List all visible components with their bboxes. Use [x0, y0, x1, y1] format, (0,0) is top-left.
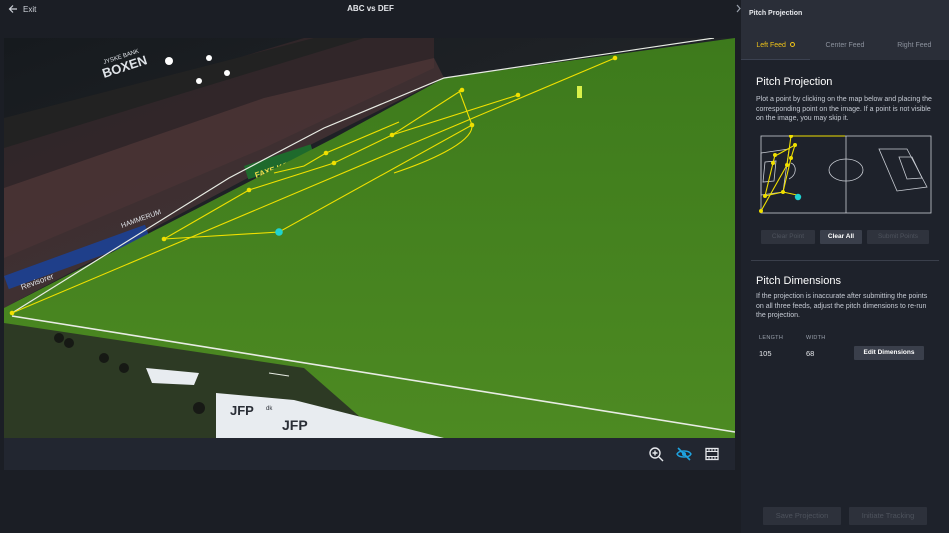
initiate-tracking-button[interactable]: Initiate Tracking	[849, 507, 927, 525]
top-bar: Exit ABC vs DEF	[0, 0, 741, 18]
tab-right-feed-label: Right Feed	[897, 42, 932, 49]
dimensions-description: If the projection is inaccurate after su…	[756, 293, 928, 319]
save-projection-button[interactable]: Save Projection	[763, 507, 841, 525]
projection-title: Pitch Projection	[756, 76, 833, 88]
side-panel: Pitch Projection Left Feed Center Feed R…	[741, 0, 949, 533]
dugout-domain: dk	[266, 406, 273, 412]
tab-center-feed-label: Center Feed	[825, 42, 865, 49]
width-label: WIDTH	[806, 335, 826, 341]
tab-left-feed-label: Left Feed	[756, 42, 786, 49]
clear-all-button[interactable]: Clear All	[820, 230, 862, 244]
length-value: 105	[759, 349, 772, 358]
section-divider	[751, 260, 939, 261]
clear-point-button[interactable]: Clear Point	[761, 230, 815, 244]
selected-point[interactable]	[275, 228, 283, 236]
length-label: LENGTH	[759, 335, 784, 341]
zoom-in-icon[interactable]	[648, 446, 664, 462]
dimensions-title: Pitch Dimensions	[756, 275, 841, 287]
width-value: 68	[806, 349, 815, 358]
video-feed[interactable]: BOXEN JYSKE BANK FAXE KONDI HAMMERUM Rev…	[4, 38, 735, 438]
dugout-sign-2: JFP	[282, 417, 308, 433]
status-dot-icon	[789, 41, 795, 47]
feed-tabs: Left Feed Center Feed Right Feed	[741, 36, 949, 61]
panel-body: Pitch Projection Plot a point by clickin…	[741, 60, 949, 533]
hide-overlay-icon[interactable]	[676, 446, 692, 462]
video-toolbar	[4, 438, 735, 470]
pitch-minimap[interactable]	[757, 135, 932, 215]
match-title: ABC vs DEF	[347, 4, 394, 13]
projection-description: Plot a point by clicking on the map belo…	[756, 96, 932, 122]
stadium-scene: BOXEN JYSKE BANK FAXE KONDI HAMMERUM Rev…	[4, 38, 735, 438]
film-icon[interactable]	[704, 446, 720, 462]
panel-header: Pitch Projection	[741, 0, 949, 30]
tab-center-feed[interactable]: Center Feed	[810, 36, 879, 58]
edit-dimensions-button[interactable]: Edit Dimensions	[854, 346, 924, 360]
app-root: Exit ABC vs DEF BOXEN JYSKE BANK HAMMERU…	[0, 0, 949, 533]
tab-left-feed[interactable]: Left Feed	[741, 36, 811, 61]
tab-right-feed[interactable]: Right Feed	[880, 36, 949, 58]
submit-points-button[interactable]: Submit Points	[867, 230, 929, 244]
dugout-sign-1: JFP	[230, 403, 254, 418]
